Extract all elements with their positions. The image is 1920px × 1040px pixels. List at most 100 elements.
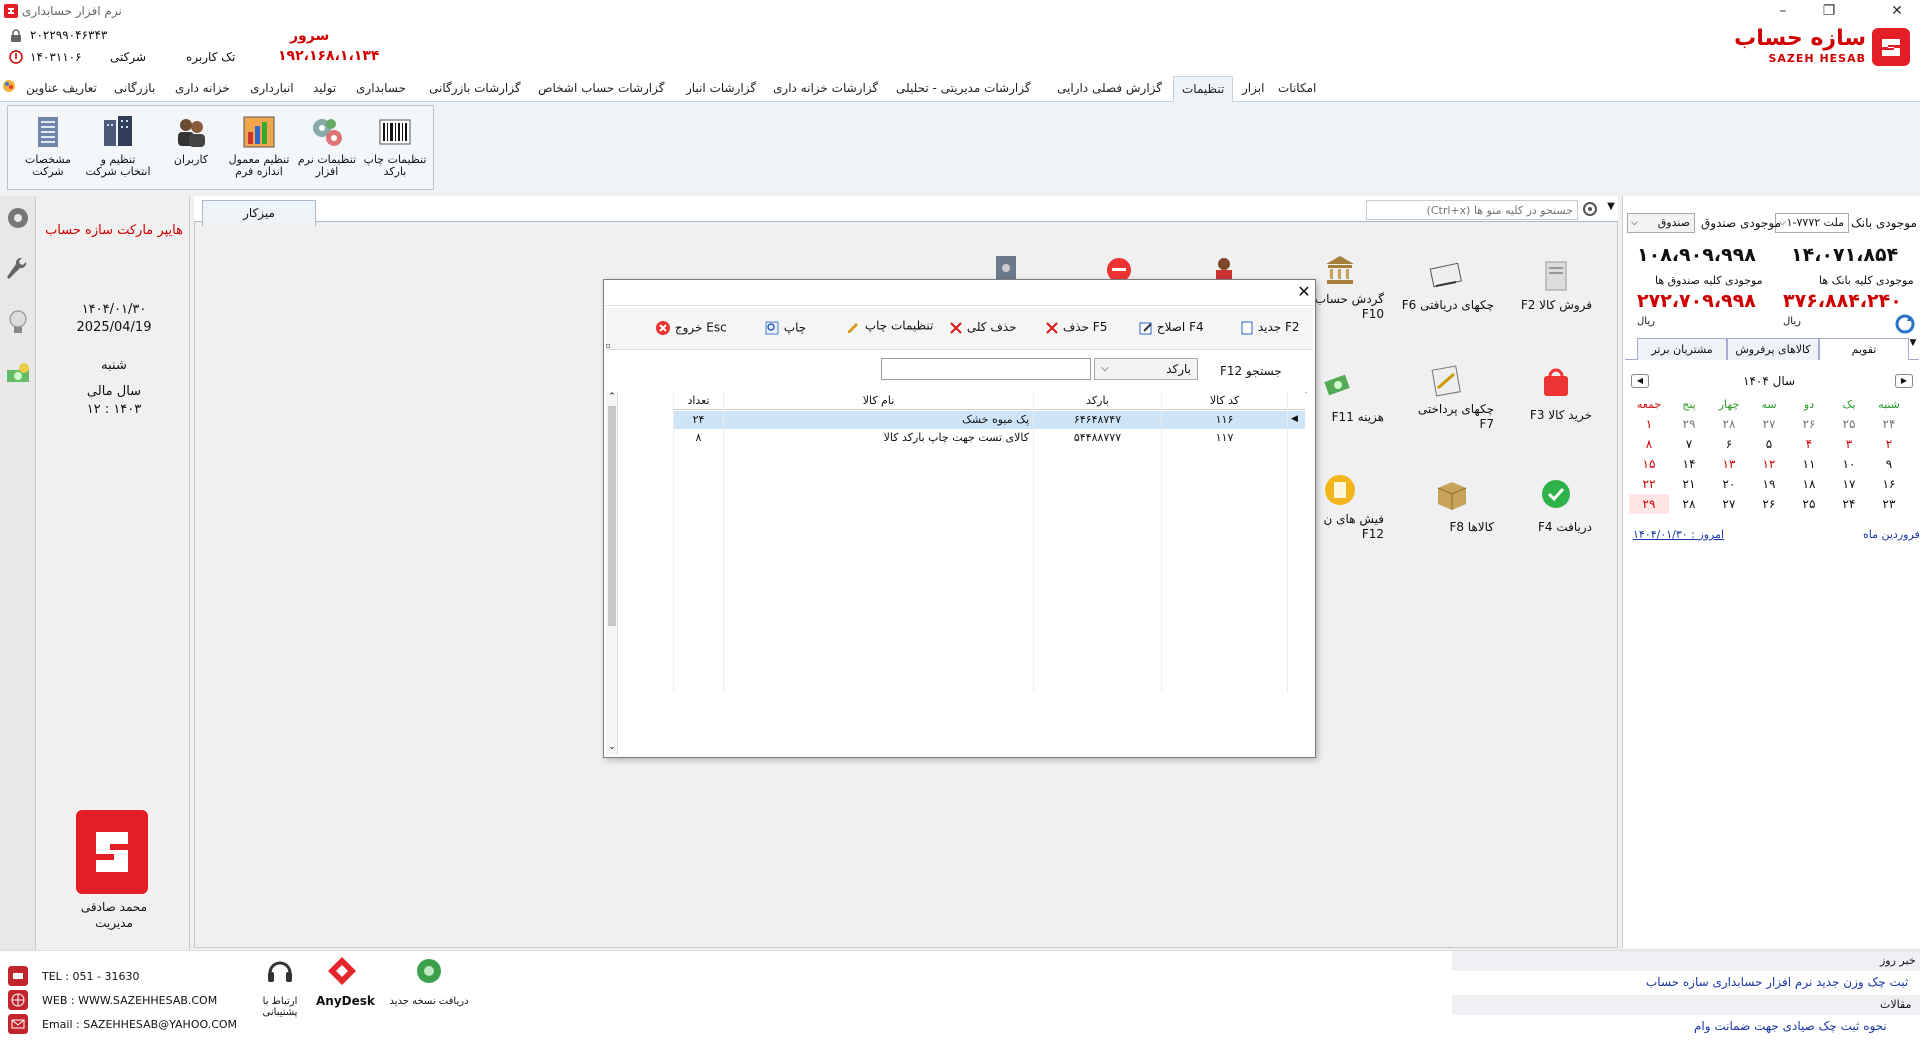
wrench-icon[interactable] — [4, 256, 32, 284]
col-quantity[interactable]: تعداد — [673, 392, 723, 410]
menu-search-input[interactable] — [1366, 200, 1578, 220]
calendar-day[interactable]: ۵ — [1749, 434, 1789, 454]
panel-dropdown-icon[interactable]: ▼ — [1604, 201, 1618, 215]
minimize-button[interactable]: – — [1760, 0, 1806, 22]
calendar-day[interactable]: ۴ — [1789, 434, 1829, 454]
calendar-day[interactable]: ۲۳ — [1869, 494, 1909, 514]
shortcut-receive[interactable]: F4 دریافت — [1516, 476, 1596, 546]
barcode-print-settings-button[interactable]: تنظیمات چاپ بارکد — [361, 114, 429, 184]
vertical-scrollbar[interactable]: ⌃ ⌄ — [606, 392, 618, 755]
tab-management-reports[interactable]: گزارشات مدیریتی - تحلیلی — [888, 76, 1039, 102]
maximize-button[interactable]: ❐ — [1806, 0, 1852, 22]
calendar-day[interactable]: ۱۳ — [1709, 454, 1749, 474]
calendar-day[interactable]: ۱۶ — [1869, 474, 1909, 494]
delete-button[interactable]: حذف F5 — [1045, 320, 1107, 335]
scrollbar-thumb[interactable] — [608, 406, 616, 626]
col-barcode[interactable]: بارکد — [1033, 392, 1161, 410]
shortcut-received-checks[interactable]: F6 چکهای دریافتی — [1398, 258, 1498, 328]
support-button[interactable]: ارتباط با پشتیبانی — [244, 955, 316, 1035]
tab-tools[interactable]: ابزار — [1234, 76, 1272, 102]
calendar-day[interactable]: ۸ — [1629, 434, 1669, 454]
calendar-day[interactable]: ۲۶ — [1789, 414, 1829, 434]
calendar-day[interactable]: ۷ — [1669, 434, 1709, 454]
splitter-handle[interactable] — [606, 344, 610, 348]
calendar-day[interactable]: ۶ — [1709, 434, 1749, 454]
form-size-button[interactable]: تنظیم معمول اندازه فرم — [225, 114, 293, 184]
delete-all-button[interactable]: حذف کلی — [949, 320, 1017, 335]
calendar-day[interactable]: ۲۱ — [1669, 474, 1709, 494]
col-goods-name[interactable]: نام کالا — [723, 392, 1033, 410]
table-row[interactable]: ۱۱۷ ۵۴۴۸۸۷۷۷ کالای تست جهت چاپ بارکد کال… — [673, 429, 1305, 447]
next-year-button[interactable]: ▶ — [1895, 374, 1913, 388]
calendar-day[interactable]: ۲۹ — [1629, 494, 1669, 514]
col-goods-code[interactable]: کد کالا — [1161, 392, 1287, 410]
company-info-button[interactable]: مشخصات شرکت — [14, 114, 82, 184]
calendar-day[interactable]: ۲۴ — [1829, 494, 1869, 514]
refresh-icon[interactable] — [1895, 314, 1915, 334]
calendar-day[interactable]: ۱۵ — [1629, 454, 1669, 474]
calendar-day[interactable]: ۱۲ — [1749, 454, 1789, 474]
calendar-day[interactable]: ۲۵ — [1789, 494, 1829, 514]
color-palette-icon[interactable] — [2, 79, 16, 93]
shortcut-goods[interactable]: F8 کالاها — [1408, 476, 1498, 546]
calendar-day[interactable]: ۱۱ — [1789, 454, 1829, 474]
print-settings-button[interactable]: تنظیمات چاپ — [845, 318, 933, 334]
prev-year-button[interactable]: ◀ — [1631, 374, 1649, 388]
calendar-day[interactable]: ۲۸ — [1709, 414, 1749, 434]
calendar-day[interactable]: ۲۷ — [1709, 494, 1749, 514]
search-input[interactable] — [881, 358, 1091, 380]
bank-select[interactable]: ⌵ ملت ۷۷۷۲-۱ — [1775, 213, 1849, 233]
calendar-day[interactable]: ۹ — [1869, 454, 1909, 474]
tab-best-sellers[interactable]: کالاهای پرفروش — [1727, 338, 1819, 360]
calendar-day[interactable]: ۱۸ — [1789, 474, 1829, 494]
edit-button[interactable]: اصلاح F4 — [1139, 320, 1204, 335]
calendar-day[interactable]: ۱۰ — [1829, 454, 1869, 474]
tabs-dropdown-icon[interactable]: ▼ — [1907, 338, 1919, 358]
tab-commerce-reports[interactable]: گزارشات بازرگانی — [421, 76, 529, 102]
users-button[interactable]: کاربران — [157, 114, 225, 184]
money-icon[interactable] — [4, 360, 32, 388]
calendar-day[interactable]: ۱۷ — [1829, 474, 1869, 494]
shortcut-sale[interactable]: F2 فروش کالا — [1516, 258, 1596, 328]
calendar-day[interactable]: ۱۴ — [1669, 454, 1709, 474]
tab-seasonal-asset-report[interactable]: گزارش فصلی دارایی — [1049, 76, 1170, 102]
calendar-day[interactable]: ۱ — [1629, 414, 1669, 434]
shortcut-paid-checks[interactable]: چکهای پرداختی F7 — [1398, 362, 1498, 432]
tab-desktop[interactable]: میزکار — [202, 200, 316, 226]
today-link[interactable]: امروز : ۱۴۰۴/۰۱/۳۰ — [1633, 528, 1724, 541]
news-text[interactable]: ثبت چک وزن جدید نرم افزار حسابداری سازه … — [1646, 975, 1908, 989]
table-row[interactable]: ۱۱۶ ۶۴۶۴۸۷۴۷ پک میوه خشک ۲۴ ◀ — [673, 411, 1305, 429]
tab-commerce[interactable]: بازرگانی — [106, 76, 163, 102]
tab-warehouse[interactable]: انبارداری — [242, 76, 302, 102]
tab-production[interactable]: تولید — [305, 76, 344, 102]
software-settings-button[interactable]: تنظیمات نرم افزار — [293, 114, 361, 184]
calendar-day[interactable]: ۳ — [1829, 434, 1869, 454]
tab-calendar[interactable]: تقویم — [1819, 338, 1909, 360]
calendar-day[interactable]: ۱۹ — [1749, 474, 1789, 494]
calendar-day[interactable]: ۲ — [1869, 434, 1909, 454]
exit-button[interactable]: خروج Esc — [655, 320, 727, 336]
update-button[interactable]: دریافت نسخه جدید — [384, 955, 474, 1035]
scroll-up-icon[interactable]: ⌃ — [607, 392, 617, 404]
anydesk-button[interactable]: AnyDesk — [316, 955, 375, 1035]
calendar-day[interactable]: ۲۹ — [1669, 414, 1709, 434]
dialog-close-button[interactable]: ✕ — [1294, 282, 1314, 302]
footer-web[interactable]: WEB : WWW.SAZEHHESAB.COM — [42, 994, 217, 1007]
footer-email[interactable]: Email : SAZEHHESAB@YAHOO.COM — [42, 1018, 237, 1031]
search-field-select[interactable]: ⌵ بارکد — [1094, 358, 1198, 380]
tab-features[interactable]: امکانات — [1270, 76, 1324, 102]
print-button[interactable]: چاپ — [764, 320, 806, 336]
shortcut-account-turnover[interactable]: گردش حساب F10 — [1308, 252, 1388, 322]
articles-text[interactable]: نحوه ثبت چک صیادی جهت ضمانت وام — [1694, 1019, 1887, 1033]
company-select-button[interactable]: تنظیم و انتخاب شرکت — [84, 114, 152, 184]
tab-accounting[interactable]: حسابداری — [348, 76, 414, 102]
tab-treasury-reports[interactable]: گزارشات خزانه داری — [765, 76, 886, 102]
shortcut-purchase[interactable]: F3 خرید کالا — [1516, 366, 1596, 436]
lightbulb-icon[interactable] — [4, 308, 32, 336]
close-button[interactable]: ✕ — [1874, 0, 1920, 22]
tab-inventory-reports[interactable]: گزارشات انبار — [678, 76, 764, 102]
calendar-day[interactable]: ۲۶ — [1749, 494, 1789, 514]
calendar-day[interactable]: ۲۵ — [1829, 414, 1869, 434]
calendar-day[interactable]: ۲۲ — [1629, 474, 1669, 494]
shortcut-expense[interactable]: F11 هزینه — [1308, 368, 1388, 438]
